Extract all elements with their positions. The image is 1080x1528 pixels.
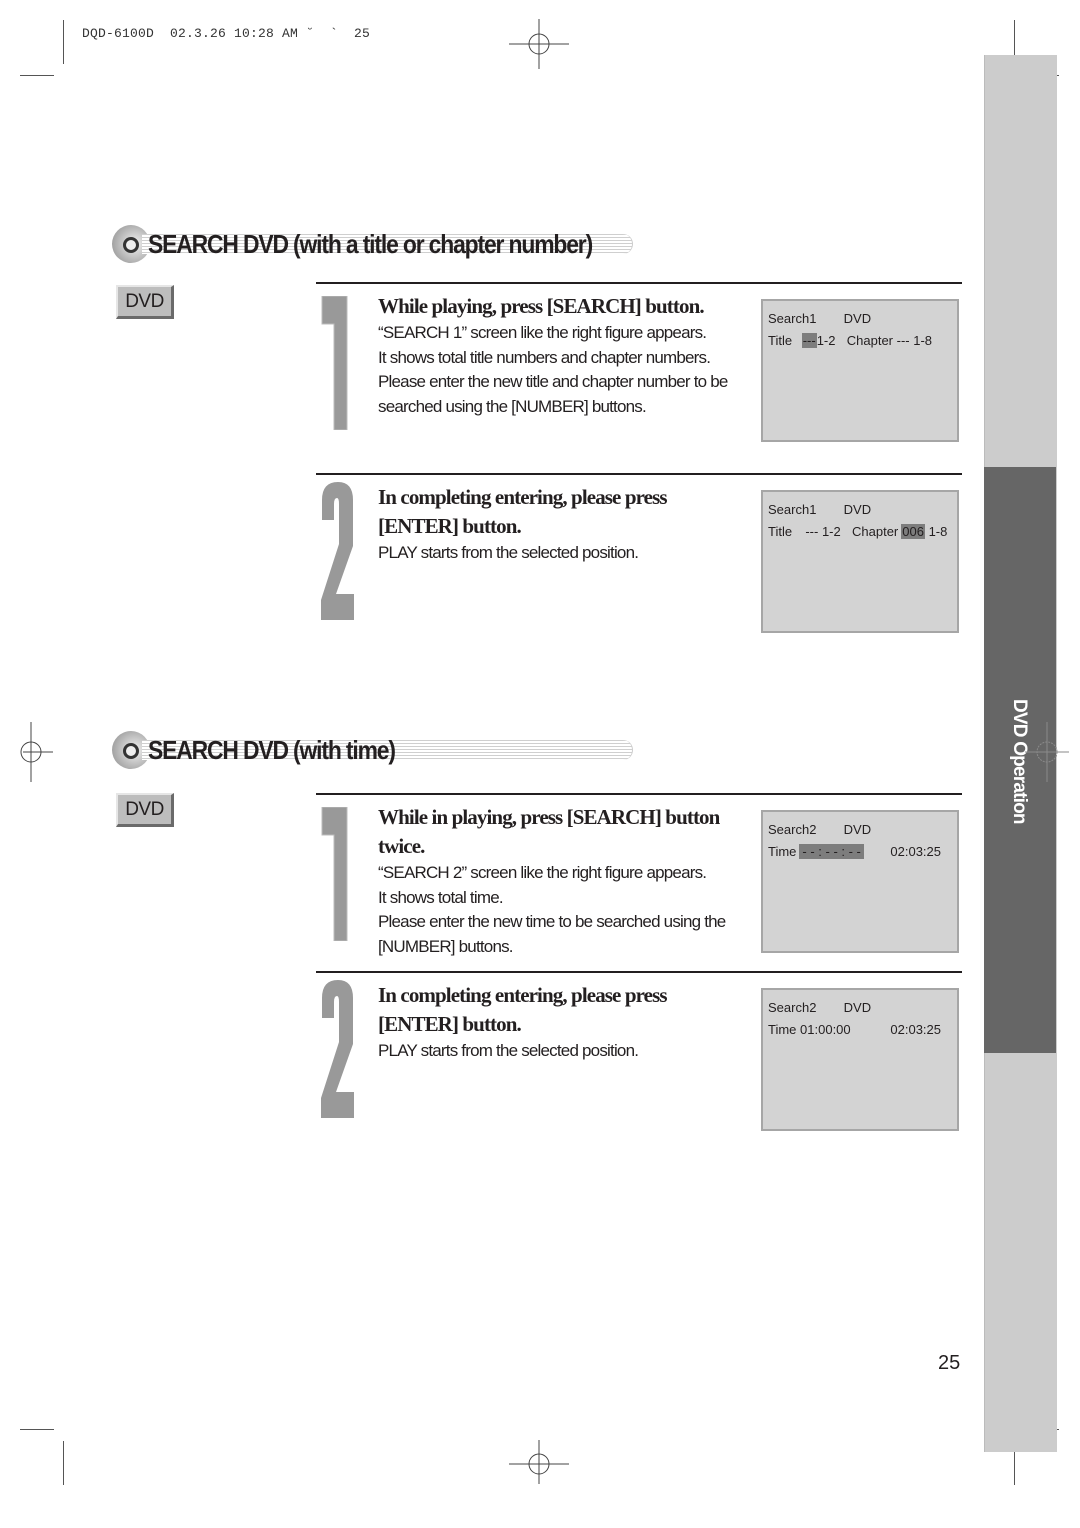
crop-mark [20, 1429, 54, 1430]
step-number-1 [320, 295, 360, 431]
print-header: DQD-6100D 02.3.26 10:28 AM ˘ ` 25 [82, 26, 371, 41]
chapter-tab: DVD Operation [984, 467, 1069, 1053]
osd-header: Search2 DVD [768, 822, 871, 837]
osd-title-input: --- [805, 524, 819, 539]
divider [316, 282, 962, 284]
step-heading: [ENTER] button. [378, 1012, 522, 1036]
step-heading: [ENTER] button. [378, 514, 522, 538]
divider [316, 473, 962, 475]
osd-title-range: 1-2 [821, 524, 841, 539]
registration-mark-icon [497, 1434, 584, 1494]
osd-screen: Search1 DVD Title ---1-2 Chapter --- 1-8 [761, 299, 959, 442]
osd-time-label: Time [768, 1022, 797, 1037]
step-heading: twice. [378, 834, 425, 858]
step-body-line: Please enter the new time to be searched… [378, 912, 726, 931]
divider [316, 971, 962, 973]
step-heading: While playing, press [SEARCH] button. [378, 294, 705, 318]
osd-title-input: --- [801, 333, 817, 348]
step-text: In completing entering, please press [EN… [378, 483, 750, 566]
osd-title-label: Title [768, 524, 793, 539]
osd-mode: Search2 [768, 822, 817, 837]
crop-mark [20, 75, 54, 76]
step-number-2 [320, 482, 360, 620]
dvd-badge: DVD [116, 285, 174, 319]
crop-mark [63, 20, 64, 64]
osd-time-label: Time [768, 844, 797, 859]
osd-chapter-label: Chapter [852, 524, 899, 539]
osd-values: Time 01:00:00 [768, 1022, 851, 1037]
osd-mode: Search1 [768, 311, 817, 326]
osd-values: Time - - : - - : - - [768, 844, 864, 859]
step-body-line: “SEARCH 1” screen like the right figure … [378, 323, 707, 342]
osd-chapter-range: 1-8 [928, 524, 948, 539]
step-heading: While in playing, press [SEARCH] button [378, 805, 720, 829]
osd-disc: DVD [843, 502, 872, 517]
step-text: While playing, press [SEARCH] button. “S… [378, 292, 750, 419]
osd-screen: Search1 DVD Title --- 1-2 Chapter 006 1-8 [761, 490, 959, 633]
osd-screen: Search2 DVD Time - - : - - : - - 02:03:25 [761, 810, 959, 953]
registration-mark-icon [1017, 702, 1077, 802]
osd-header: Search2 DVD [768, 1000, 871, 1015]
crop-mark [63, 1441, 64, 1485]
page-number: 25 [938, 1352, 961, 1374]
osd-screen: Search2 DVD Time 01:00:00 02:03:25 [761, 988, 959, 1131]
osd-time-input: 01:00:00 [800, 1022, 851, 1037]
registration-mark-icon [509, 14, 584, 74]
osd-values: Title --- 1-2 Chapter 006 1-8 [768, 524, 947, 539]
step-body-line: PLAY starts from the selected position. [378, 1041, 639, 1060]
step-body-line: [NUMBER] buttons. [378, 936, 514, 956]
section-title: SEARCH DVD (with a title or chapter numb… [112, 224, 653, 264]
step-text: In completing entering, please press [EN… [378, 981, 750, 1064]
osd-disc: DVD [843, 311, 872, 326]
osd-header: Search1 DVD [768, 502, 871, 517]
osd-total-time: 02:03:25 [890, 1022, 941, 1037]
section-title: SEARCH DVD (with time) [112, 730, 633, 770]
step-heading: In completing entering, please press [378, 983, 668, 1007]
step-body-line: Please enter the new title and chapter n… [378, 372, 728, 391]
osd-mode: Search1 [768, 502, 817, 517]
step-number-2 [320, 980, 360, 1118]
section-title-text: SEARCH DVD (with a title or chapter numb… [148, 228, 593, 259]
osd-chapter-range: 1-8 [913, 333, 933, 348]
osd-disc: DVD [843, 822, 872, 837]
dvd-badge: DVD [116, 793, 174, 827]
step-text: While in playing, press [SEARCH] button … [378, 803, 758, 959]
osd-title-label: Title [768, 333, 793, 348]
step-number-1 [320, 806, 360, 942]
step-body-line: searched using the [NUMBER] buttons. [378, 396, 647, 416]
osd-disc: DVD [843, 1000, 872, 1015]
osd-chapter-input: 006 [901, 524, 925, 539]
step-body-line: It shows total title numbers and chapter… [378, 347, 711, 367]
section-title-text: SEARCH DVD (with time) [148, 734, 396, 765]
osd-title-range: 1-2 [816, 333, 836, 348]
step-body-line: It shows total time. [378, 887, 504, 907]
step-heading: In completing entering, please press [378, 485, 668, 509]
osd-header: Search1 DVD [768, 311, 871, 326]
divider [316, 793, 962, 795]
step-body-line: “SEARCH 2” screen like the right figure … [378, 863, 707, 882]
step-body-line: PLAY starts from the selected position. [378, 543, 639, 562]
osd-mode: Search2 [768, 1000, 817, 1015]
osd-chapter-input: --- [896, 333, 910, 348]
osd-chapter-label: Chapter [846, 333, 893, 348]
osd-values: Title ---1-2 Chapter --- 1-8 [768, 333, 932, 348]
osd-total-time: 02:03:25 [890, 844, 941, 859]
registration-mark-icon [1, 710, 61, 794]
osd-time-input: - - : - - : - - [799, 844, 864, 859]
